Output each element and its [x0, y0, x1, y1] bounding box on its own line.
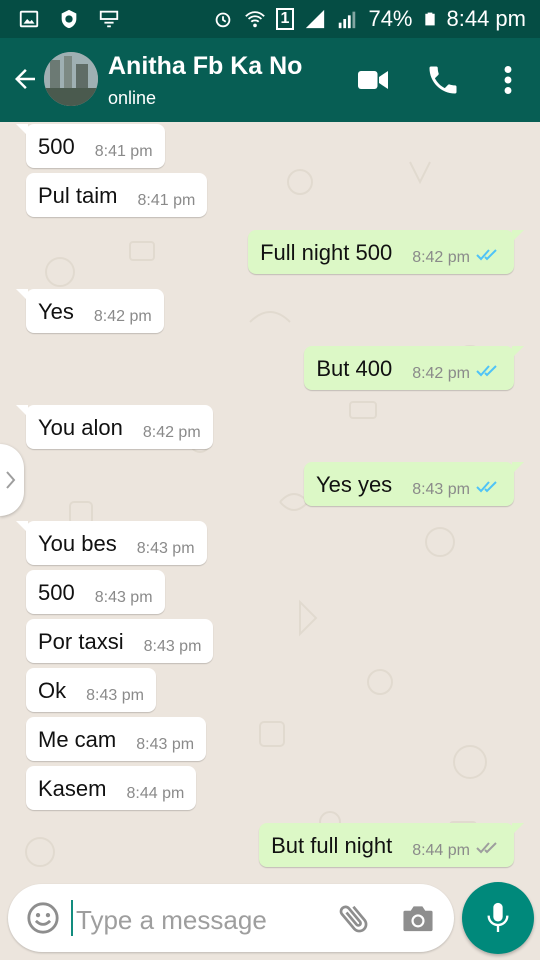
- wifi-icon: [244, 11, 265, 28]
- alarm-icon: [215, 12, 230, 28]
- message-text: 500: [38, 580, 75, 605]
- message-input[interactable]: Type a message: [76, 905, 267, 936]
- message-text: You alon: [38, 415, 123, 440]
- keyboard-notification-icon: [99, 10, 119, 28]
- read-ticks-icon: [476, 365, 497, 377]
- message-text: But 400: [316, 356, 393, 381]
- signal-icon-1: [306, 9, 325, 29]
- message-time: 8:43 pm: [86, 687, 144, 704]
- message-text: Full night 500: [260, 240, 393, 265]
- outgoing-message[interactable]: Yes yes 8:43 pm: [303, 462, 524, 506]
- message-time: 8:41 pm: [137, 192, 196, 209]
- battery-percent: 74%: [368, 6, 413, 31]
- message-text: Me cam: [38, 727, 117, 752]
- message-text: Por taxsi: [38, 629, 124, 654]
- message-time: 8:42 pm: [412, 365, 470, 382]
- message-time: 8:42 pm: [142, 424, 201, 441]
- camera-icon[interactable]: [400, 902, 436, 934]
- battery-icon: [424, 12, 435, 26]
- contact-avatar[interactable]: [44, 52, 98, 106]
- incoming-message[interactable]: Por taxsi 8:43 pm: [26, 619, 214, 663]
- message-text: But full night: [271, 833, 393, 858]
- contact-name[interactable]: Anitha Fb Ka No: [108, 52, 302, 81]
- incoming-message[interactable]: You alon 8:42 pm: [16, 405, 213, 449]
- incoming-message[interactable]: You bes 8:43 pm: [16, 521, 207, 565]
- message-text: Yes: [38, 299, 74, 324]
- incoming-message[interactable]: Ok 8:43 pm: [26, 668, 156, 712]
- gallery-notification-icon: [19, 10, 39, 28]
- back-arrow-icon[interactable]: [10, 64, 40, 94]
- read-ticks-icon: [476, 481, 497, 493]
- message-time: 8:44 pm: [412, 842, 470, 859]
- contact-status: online: [108, 88, 157, 108]
- message-text: Pul taim: [38, 183, 118, 208]
- more-options-icon[interactable]: [490, 62, 526, 98]
- chevron-right-icon: [6, 471, 16, 489]
- clock: 8:44 pm: [446, 6, 527, 31]
- message-text: Yes yes: [315, 472, 393, 497]
- incoming-message[interactable]: Pul taim 8:41 pm: [26, 173, 208, 217]
- message-text: 500: [38, 134, 75, 159]
- message-time: 8:44 pm: [126, 785, 185, 802]
- message-time: 8:42 pm: [412, 249, 470, 266]
- chat-header: Anitha Fb Ka No online: [0, 38, 540, 122]
- outgoing-message[interactable]: Full night 500 8:42 pm: [248, 230, 524, 274]
- incoming-message[interactable]: Kasem 8:44 pm: [26, 766, 197, 810]
- text-cursor: [71, 900, 73, 936]
- message-time: 8:43 pm: [136, 736, 195, 753]
- message-composer[interactable]: Type a message: [8, 884, 454, 952]
- outgoing-message[interactable]: But full night 8:44 pm: [259, 823, 524, 867]
- message-time: 8:43 pm: [412, 481, 470, 498]
- incoming-message[interactable]: Yes 8:42 pm: [16, 289, 164, 333]
- voice-record-button[interactable]: [462, 882, 534, 954]
- voice-call-icon[interactable]: [425, 62, 461, 98]
- video-call-icon[interactable]: [355, 62, 391, 98]
- incoming-message[interactable]: 500 8:41 pm: [16, 124, 165, 168]
- message-text: Ok: [38, 678, 67, 703]
- message-time: 8:43 pm: [94, 589, 153, 606]
- incoming-message[interactable]: Me cam 8:43 pm: [26, 717, 207, 761]
- side-panel-handle[interactable]: [0, 444, 24, 516]
- read-ticks-icon: [476, 249, 497, 261]
- incoming-message[interactable]: 500 8:43 pm: [26, 570, 165, 614]
- status-bar: 1 74% 8:44 pm: [0, 0, 540, 38]
- attach-icon[interactable]: [336, 900, 372, 936]
- message-time: 8:43 pm: [143, 638, 202, 655]
- outgoing-message[interactable]: But 400 8:42 pm: [304, 346, 524, 390]
- message-time: 8:43 pm: [136, 540, 195, 557]
- shield-notification-icon: [61, 9, 77, 29]
- message-time: 8:41 pm: [94, 143, 153, 160]
- delivered-ticks-icon: [476, 842, 497, 854]
- signal-icon-2: [339, 11, 356, 29]
- sim-indicator: 1: [275, 8, 295, 30]
- emoji-icon[interactable]: [26, 901, 60, 935]
- message-text: Kasem: [38, 776, 107, 801]
- message-time: 8:42 pm: [93, 308, 152, 325]
- message-text: You bes: [38, 531, 117, 556]
- message-list[interactable]: 500 8:41 pm Pul taim 8:41 pm Full night …: [0, 122, 540, 882]
- mic-icon: [487, 902, 509, 932]
